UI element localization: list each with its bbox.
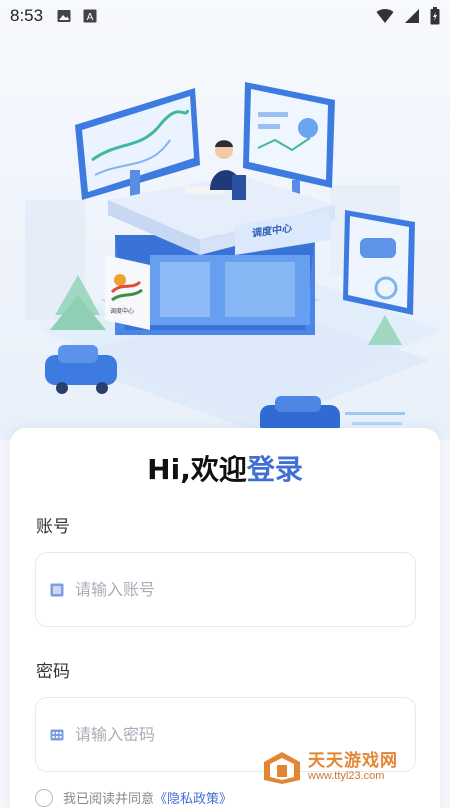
signal-icon bbox=[405, 9, 419, 23]
password-label: 密码 bbox=[36, 662, 70, 682]
logo-caption: 调度中心 bbox=[110, 308, 135, 315]
greeting-accent: 登录 bbox=[246, 453, 303, 486]
battery-icon bbox=[430, 7, 440, 25]
agreement-text: 我已阅读并同意 bbox=[63, 792, 155, 807]
watermark-logo-icon bbox=[264, 752, 300, 784]
status-bar: 8:53 A bbox=[0, 0, 450, 32]
font-a-icon: A bbox=[83, 9, 97, 23]
svg-text:A: A bbox=[87, 12, 94, 23]
password-input[interactable] bbox=[73, 724, 377, 745]
account-label: 账号 bbox=[36, 517, 70, 537]
status-time: 8:53 bbox=[10, 6, 44, 25]
account-field[interactable] bbox=[35, 552, 416, 627]
image-icon bbox=[57, 10, 71, 22]
account-input[interactable] bbox=[73, 579, 377, 600]
dispatch-center-illustration bbox=[25, 82, 440, 435]
wifi-icon bbox=[376, 9, 394, 23]
password-icon bbox=[50, 729, 64, 740]
watermark: 天天游戏网 www.ttyl23.com bbox=[262, 750, 398, 786]
agreement-checkbox[interactable] bbox=[35, 788, 53, 807]
privacy-policy-link[interactable]: 《隐私政策》 bbox=[154, 788, 232, 807]
page-title: Hi,欢迎登录 bbox=[0, 448, 450, 488]
watermark-url: www.ttyl23.com bbox=[308, 770, 385, 783]
agreement-row: 我已阅读并同意 《隐私政策》 bbox=[35, 788, 232, 807]
account-icon bbox=[50, 583, 64, 596]
watermark-title: 天天游戏网 bbox=[308, 751, 398, 772]
hero-illustration: 调度中心 调度中心 bbox=[0, 0, 450, 440]
greeting-text: Hi,欢迎 bbox=[147, 453, 247, 486]
